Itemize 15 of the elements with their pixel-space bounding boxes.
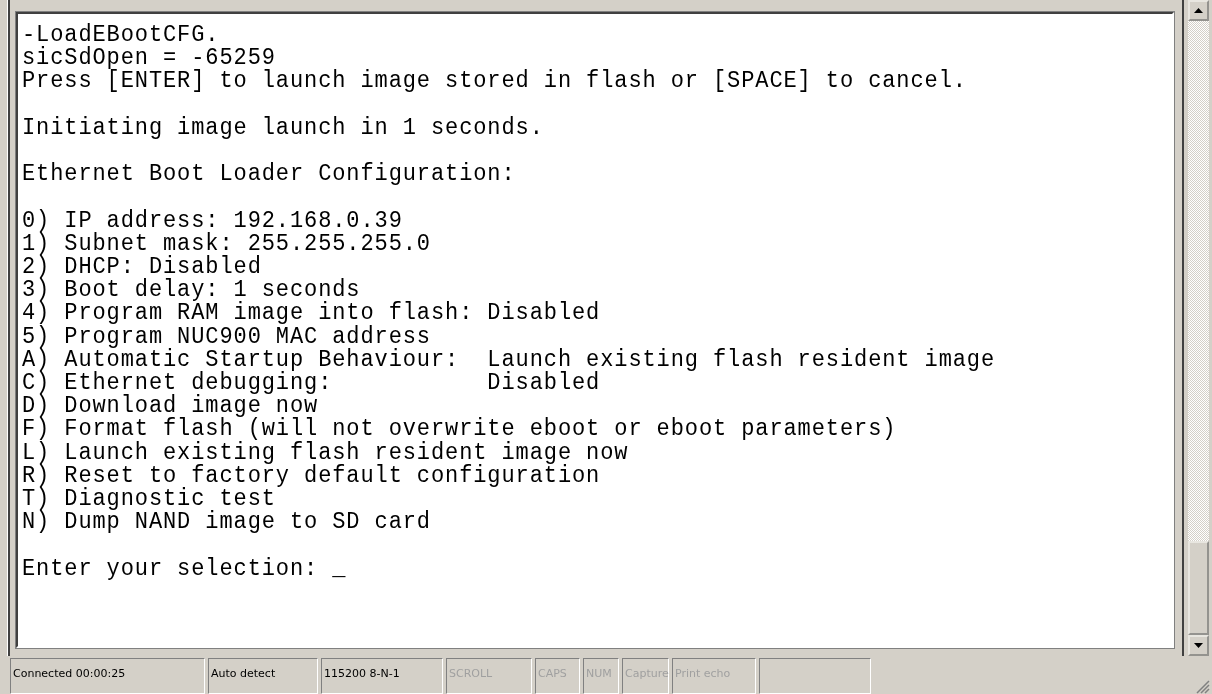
- status-panel: Auto detect: [208, 658, 318, 694]
- resize-grip-icon[interactable]: [1196, 680, 1210, 694]
- scrollbar[interactable]: [1188, 0, 1209, 656]
- up-arrow-icon: [1194, 8, 1203, 13]
- scrollbar-thumb[interactable]: [1188, 541, 1209, 635]
- terminal-line: Ethernet Boot Loader Configuration:: [22, 162, 516, 187]
- status-panel: 115200 8-N-1: [321, 658, 443, 694]
- terminal-line: N) Dump NAND image to SD card: [22, 510, 431, 535]
- scroll-up-button[interactable]: [1188, 0, 1209, 21]
- down-arrow-icon: [1194, 643, 1203, 648]
- scroll-down-button[interactable]: [1188, 635, 1209, 656]
- terminal-line: Initiating image launch in 1 seconds.: [22, 116, 544, 141]
- terminal-line: Press [ENTER] to launch image stored in flash or [SPACE] to cancel.: [22, 69, 967, 95]
- terminal-line: Enter your selection: _: [22, 557, 347, 582]
- status-panel: Connected 00:00:25: [10, 658, 205, 694]
